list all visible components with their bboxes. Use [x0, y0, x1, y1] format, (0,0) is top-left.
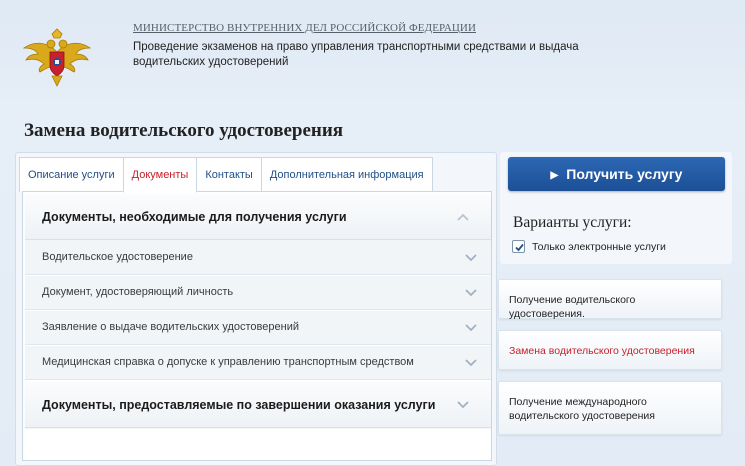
- tab-documents[interactable]: Документы: [122, 157, 198, 193]
- get-service-button-label: Получить услугу: [566, 166, 683, 182]
- page-title: Замена водительского удостоверения: [24, 120, 344, 141]
- variant-replace-license[interactable]: Замена водительского удостоверения: [498, 330, 722, 370]
- chevron-down-icon: [457, 401, 469, 409]
- checkmark-icon: [515, 243, 524, 252]
- chevron-down-icon: [465, 289, 477, 297]
- variant-label: Получение водительского удостоверения.: [509, 294, 636, 320]
- required-documents-section-header[interactable]: Документы, необходимые для получения усл…: [25, 194, 491, 240]
- eagle-emblem-icon[interactable]: [22, 26, 92, 90]
- chevron-down-icon: [465, 254, 477, 262]
- tab-bar: Описание услуги Документы Контакты Допол…: [19, 157, 433, 193]
- document-item-label: Водительское удостоверение: [42, 251, 193, 263]
- document-item[interactable]: Заявление о выдаче водительских удостове…: [25, 311, 491, 345]
- section-title: Документы, необходимые для получения усл…: [42, 210, 347, 224]
- variant-label: Замена водительского удостоверения: [509, 345, 695, 357]
- service-details-panel: Описание услуги Документы Контакты Допол…: [15, 152, 497, 466]
- section-title: Документы, предоставляемые по завершении…: [42, 398, 436, 412]
- variant-international-license[interactable]: Получение международного водительского у…: [498, 381, 722, 435]
- tab-additional-info[interactable]: Дополнительная информация: [260, 157, 433, 192]
- chevron-down-icon: [465, 324, 477, 332]
- chevron-up-icon: [457, 213, 469, 221]
- result-documents-section-header[interactable]: Документы, предоставляемые по завершении…: [25, 382, 491, 428]
- variant-label: Получение международного водительского у…: [509, 396, 655, 422]
- document-item-label: Заявление о выдаче водительских удостове…: [42, 321, 299, 333]
- electronic-only-checkbox[interactable]: [512, 240, 525, 253]
- electronic-only-label[interactable]: Только электронные услуги: [532, 241, 666, 253]
- document-item-label: Медицинская справка о допуске к управлен…: [42, 356, 414, 368]
- document-item[interactable]: Документ, удостоверяющий личность: [25, 276, 491, 310]
- document-item[interactable]: Водительское удостоверение: [25, 241, 491, 275]
- get-service-button[interactable]: ▶ Получить услугу: [508, 157, 725, 191]
- site-header: МИНИСТЕРСТВО ВНУТРЕННИХ ДЕЛ РОССИЙСКОЙ Ф…: [0, 0, 745, 100]
- play-arrow-icon: ▶: [550, 170, 559, 181]
- document-item[interactable]: Медицинская справка о допуске к управлен…: [25, 346, 491, 380]
- tab-contacts[interactable]: Контакты: [196, 157, 262, 192]
- document-item-label: Документ, удостоверяющий личность: [42, 286, 234, 298]
- variants-title: Варианты услуги:: [513, 214, 632, 231]
- chevron-down-icon: [465, 359, 477, 367]
- tab-description[interactable]: Описание услуги: [19, 157, 124, 192]
- ministry-link[interactable]: МИНИСТЕРСТВО ВНУТРЕННИХ ДЕЛ РОССИЙСКОЙ Ф…: [133, 22, 476, 34]
- variant-get-license[interactable]: Получение водительского удостоверения.: [498, 279, 722, 320]
- documents-tab-content: Документы, необходимые для получения усл…: [22, 191, 492, 461]
- service-subtitle: Проведение экзаменов на право управления…: [133, 41, 579, 68]
